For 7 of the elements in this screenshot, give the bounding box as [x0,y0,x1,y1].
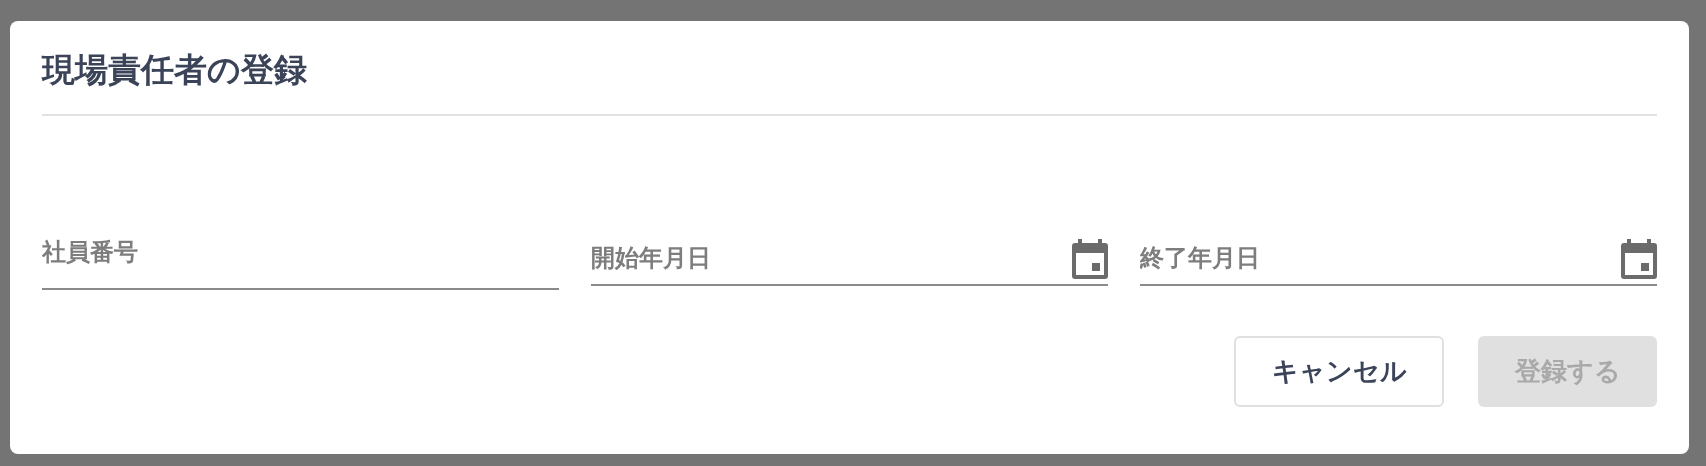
date-field[interactable]: 終了年月日 [1140,231,1657,286]
dialog-title: 現場責任者の登録 [42,49,308,91]
calendar-icon[interactable] [1621,238,1657,279]
date-field[interactable]: 開始年月日 [591,231,1108,286]
calendar-icon[interactable] [1072,238,1108,279]
text-field[interactable]: 社員番号 [42,231,559,290]
cancel-button[interactable]: キャンセル [1234,335,1444,407]
